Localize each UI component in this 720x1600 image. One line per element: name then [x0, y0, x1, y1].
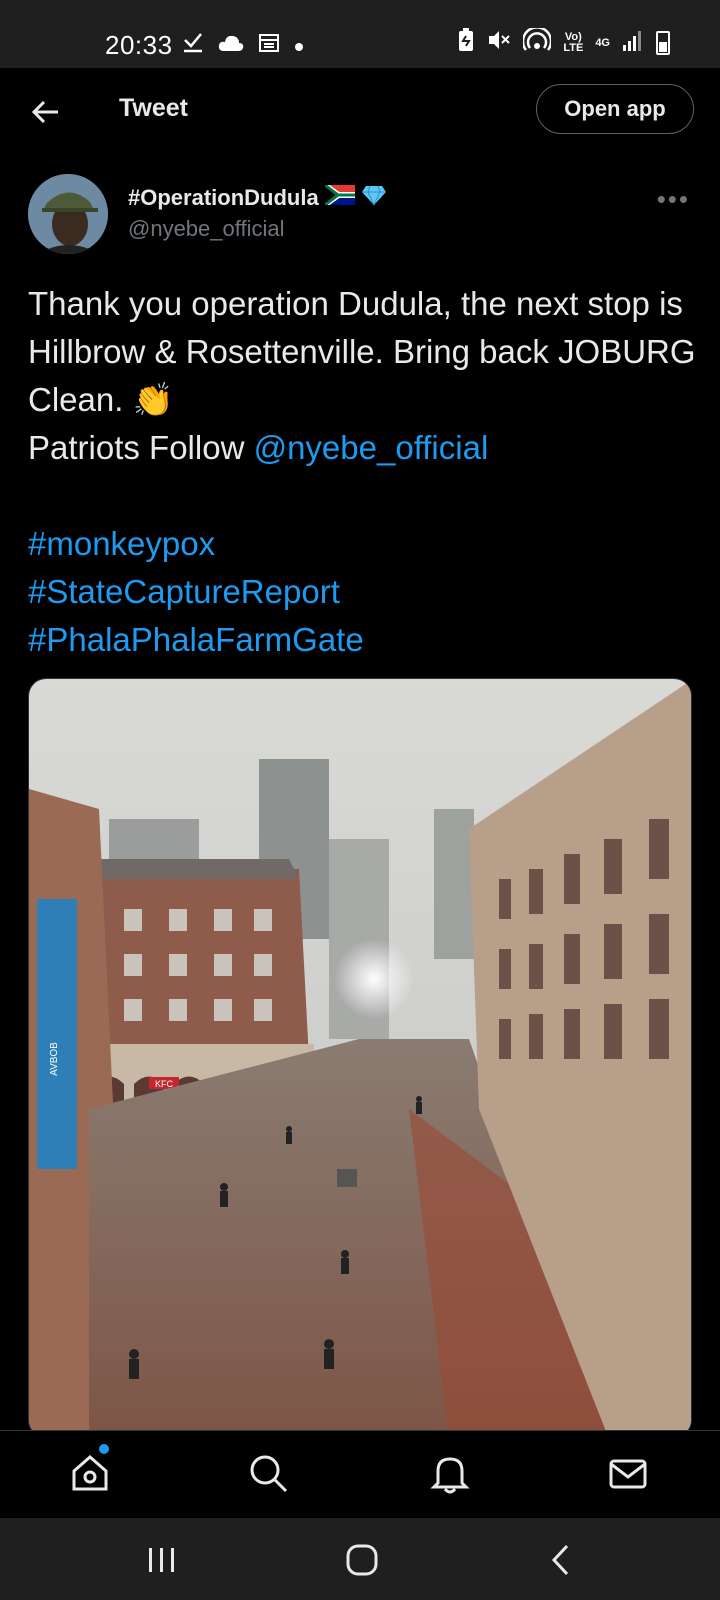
status-icons-left [182, 30, 304, 60]
gem-icon [361, 184, 387, 212]
battery-saver-icon [457, 28, 475, 58]
tweet-text: Thank you operation Dudula, the next sto… [28, 280, 698, 664]
check-download-icon [182, 30, 204, 60]
avatar[interactable] [28, 174, 108, 254]
back-arrow-icon[interactable] [28, 92, 68, 132]
page-title: Tweet [119, 94, 188, 122]
display-name-text: #OperationDudula [128, 185, 319, 210]
mention-link[interactable]: @nyebe_official [254, 429, 489, 466]
notification-dot-icon [294, 32, 304, 58]
open-app-button[interactable]: Open app [536, 84, 694, 134]
calendar-icon [258, 31, 280, 59]
hotspot-icon [522, 26, 553, 58]
home-icon[interactable] [68, 1451, 112, 1495]
follow-prefix: Patriots Follow [28, 429, 254, 466]
top-bar: Tweet Open app [0, 68, 720, 156]
system-nav-bar [0, 1518, 720, 1600]
home-button-icon[interactable] [342, 1540, 382, 1580]
author-handle[interactable]: @nyebe_official [128, 216, 284, 242]
bell-icon[interactable] [428, 1451, 472, 1495]
battery-icon [656, 31, 670, 55]
status-bar: 20:33 Vo) LTE 4G [0, 0, 720, 68]
display-name[interactable]: #OperationDudula [128, 182, 387, 212]
bottom-nav [0, 1430, 720, 1519]
recent-apps-icon[interactable] [142, 1540, 182, 1580]
mail-icon[interactable] [606, 1451, 650, 1495]
home-notification-dot [99, 1444, 109, 1454]
hashtag-link[interactable]: #StateCaptureReport [28, 573, 340, 610]
search-icon[interactable] [246, 1451, 290, 1495]
tweet-photo[interactable]: KFC AVBOB [28, 678, 692, 1438]
status-icons-right: Vo) LTE 4G [457, 26, 670, 58]
hashtag-link[interactable]: #monkeypox [28, 525, 215, 562]
kfc-sign: KFC [155, 1079, 174, 1089]
south-africa-flag-icon [323, 182, 355, 211]
mute-icon [487, 29, 511, 57]
signal-icon [622, 29, 644, 57]
follow-line: Patriots Follow @nyebe_official [28, 424, 698, 472]
volte-indicator: Vo) LTE [563, 31, 584, 54]
more-icon[interactable]: ••• [657, 184, 690, 215]
tweet-body: Thank you operation Dudula, the next sto… [28, 285, 696, 418]
back-button-icon[interactable] [542, 1540, 582, 1580]
hashtag-link[interactable]: #PhalaPhalaFarmGate [28, 621, 364, 658]
clapping-hands-emoji: 👏 [132, 381, 174, 418]
street-photo-illustration: KFC AVBOB [29, 679, 691, 1437]
status-time: 20:33 [105, 30, 173, 60]
cloud-icon [218, 32, 244, 58]
avbob-sign: AVBOB [49, 1042, 60, 1076]
tweet-text-main: Thank you operation Dudula, the next sto… [28, 280, 698, 424]
network-type-indicator: 4G [595, 36, 610, 49]
